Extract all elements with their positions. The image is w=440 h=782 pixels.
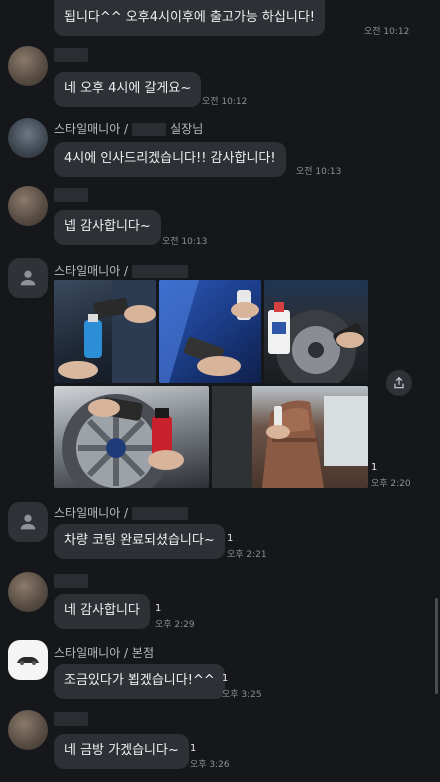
sender-name: 스타일매니아 / <box>54 504 192 521</box>
message-time: 오전 10:13 <box>296 167 342 177</box>
sender-name <box>54 712 88 726</box>
message-bubble[interactable]: 넵 감사합니다~ <box>54 210 161 245</box>
unread-count: 1 <box>227 533 234 544</box>
photo-image <box>159 280 259 383</box>
message-text: 조금있다가 뵙겠습니다!^^ <box>64 673 215 688</box>
sender-name <box>54 574 88 588</box>
avatar[interactable] <box>8 118 48 158</box>
blurred-name <box>132 507 189 520</box>
unread-count: 1 <box>222 673 229 684</box>
unread-count: 1 <box>371 462 378 473</box>
message-time: 오후 3:25 <box>222 690 262 700</box>
photo-thumbnail[interactable] <box>54 386 209 488</box>
avatar[interactable] <box>8 640 48 680</box>
unread-count: 1 <box>155 603 162 614</box>
avatar[interactable] <box>8 258 48 298</box>
message-time: 오후 2:20 <box>371 479 411 489</box>
message-time: 오전 10:13 <box>162 237 208 247</box>
unread-count: 1 <box>190 743 197 754</box>
message-bubble[interactable]: 차량 코팅 완료되셨습니다~ <box>54 524 225 559</box>
message-bubble[interactable]: 됩니다^^ 오후4시이후에 출고가능 하십니다! <box>54 0 325 36</box>
sender-name <box>54 48 88 62</box>
message-text: 4시에 인사드리겠습니다!! 감사합니다! <box>64 151 276 166</box>
avatar[interactable] <box>8 46 48 86</box>
photo-grid[interactable] <box>54 280 368 488</box>
message-bubble[interactable]: 네 금방 가겠습니다~ <box>54 734 189 769</box>
message-time: 오후 2:29 <box>155 620 195 630</box>
sender-name: 스타일매니아 / 본점 <box>54 646 154 660</box>
share-icon <box>394 376 404 389</box>
photo-thumbnail[interactable] <box>54 280 156 383</box>
blurred-name <box>132 123 167 136</box>
message-time: 오전 10:12 <box>364 27 410 37</box>
sender-name: 스타일매니아 / <box>54 262 192 279</box>
photo-thumbnail[interactable] <box>264 280 368 383</box>
message-time: 오후 3:26 <box>190 760 230 770</box>
photo-image <box>212 386 368 488</box>
message-time: 오후 2:21 <box>227 550 267 560</box>
message-bubble[interactable]: 조금있다가 뵙겠습니다!^^ <box>54 664 225 699</box>
avatar[interactable] <box>8 572 48 612</box>
share-button[interactable] <box>386 370 412 396</box>
avatar[interactable] <box>8 710 48 750</box>
photo-image <box>62 394 184 488</box>
avatar[interactable] <box>8 186 48 226</box>
message-bubble[interactable]: 4시에 인사드리겠습니다!! 감사합니다! <box>54 142 286 177</box>
message-time: 오전 10:12 <box>202 97 248 107</box>
message-text: 됩니다^^ 오후4시이후에 출고가능 하십니다! <box>64 10 315 25</box>
photo-thumbnail[interactable] <box>212 386 368 488</box>
photo-thumbnail[interactable] <box>159 280 261 383</box>
message-text: 네 금방 가겠습니다~ <box>64 743 179 758</box>
photo-image <box>58 280 156 383</box>
message-text: 차량 코팅 완료되셨습니다~ <box>64 533 215 548</box>
message-top-partial: 됩니다^^ 오후4시이후에 출고가능 하십니다! <box>54 0 360 36</box>
car-logo-icon <box>17 657 39 665</box>
scrollbar[interactable] <box>435 598 438 694</box>
message-bubble[interactable]: 네 오후 4시에 갈게요~ <box>54 72 202 107</box>
avatar[interactable] <box>8 502 48 542</box>
sender-name: 스타일매니아 / 실장님 <box>54 122 204 136</box>
message-text: 네 감사합니다 <box>64 603 140 618</box>
photo-image <box>268 302 364 383</box>
blurred-name <box>132 265 189 278</box>
message-text: 넵 감사합니다~ <box>64 219 151 234</box>
message-bubble[interactable]: 네 감사합니다 <box>54 594 150 629</box>
person-icon <box>20 514 36 530</box>
message-text: 네 오후 4시에 갈게요~ <box>64 81 192 96</box>
sender-name <box>54 188 88 202</box>
person-icon <box>20 270 36 286</box>
